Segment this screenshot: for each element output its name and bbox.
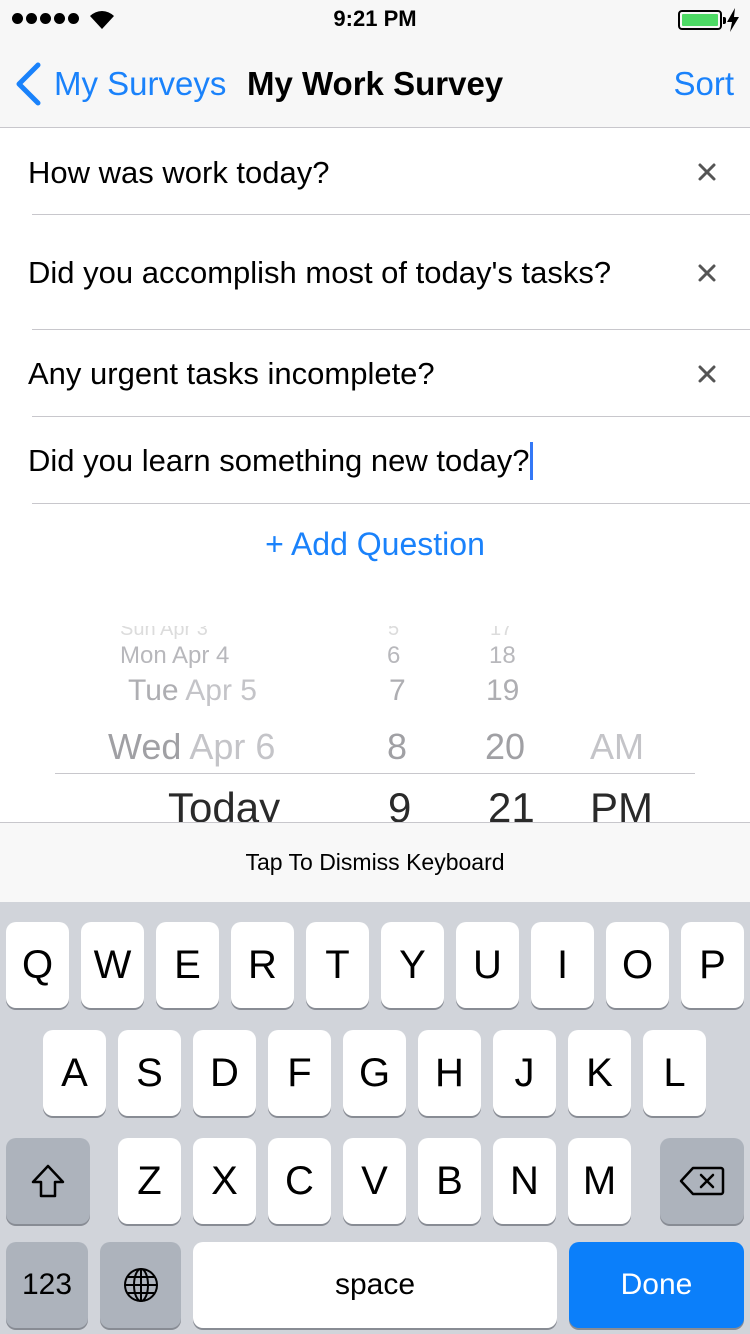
picker-hour-item[interactable]: 7: [389, 674, 406, 708]
key-d[interactable]: D: [193, 1030, 256, 1116]
key-a[interactable]: A: [43, 1030, 106, 1116]
key-l[interactable]: L: [643, 1030, 706, 1116]
backspace-icon: [679, 1166, 725, 1196]
status-time: 9:21 PM: [333, 6, 417, 31]
question-input[interactable]: Did you learn something new today?: [28, 440, 529, 481]
key-y[interactable]: Y: [381, 922, 444, 1008]
battery-icon: [678, 10, 726, 30]
back-button-label: My Surveys: [54, 65, 227, 102]
key-x[interactable]: X: [193, 1138, 256, 1224]
key-w[interactable]: W: [81, 922, 144, 1008]
key-o[interactable]: O: [606, 922, 669, 1008]
done-key[interactable]: Done: [569, 1242, 744, 1328]
key-t[interactable]: T: [306, 922, 369, 1008]
chevron-left-icon: [16, 62, 41, 106]
question-list: How was work today? Did you accomplish m…: [0, 129, 750, 504]
picker-minute-selected[interactable]: 21: [488, 784, 535, 822]
picker-ampm-item[interactable]: AM: [590, 726, 644, 768]
picker-hour-item[interactable]: 5: [388, 626, 399, 641]
picker-minute-item[interactable]: 19: [486, 674, 519, 708]
key-h[interactable]: H: [418, 1030, 481, 1116]
question-text: Any urgent tasks incomplete?: [28, 356, 435, 391]
key-u[interactable]: U: [456, 922, 519, 1008]
bolt-icon: [727, 8, 739, 32]
back-button[interactable]: My Surveys: [14, 62, 226, 106]
key-k[interactable]: K: [568, 1030, 631, 1116]
picker-hour-item[interactable]: 6: [387, 642, 400, 670]
date-time-picker[interactable]: Sun Apr 3 5 17 Mon Apr 4 6 18 Tue Apr 5 …: [0, 626, 750, 822]
picker-ampm-selected[interactable]: PM: [590, 784, 653, 822]
question-row[interactable]: Did you accomplish most of today's tasks…: [0, 215, 750, 330]
delete-question-icon[interactable]: [694, 159, 720, 185]
key-n[interactable]: N: [493, 1138, 556, 1224]
dismiss-keyboard-button[interactable]: Tap To Dismiss Keyboard: [0, 822, 750, 902]
delete-key[interactable]: [660, 1138, 744, 1224]
key-e[interactable]: E: [156, 922, 219, 1008]
question-text: How was work today?: [28, 154, 330, 190]
key-g[interactable]: G: [343, 1030, 406, 1116]
sort-button[interactable]: Sort: [673, 65, 734, 103]
delete-question-icon[interactable]: [694, 361, 720, 387]
add-question-button[interactable]: + Add Question: [0, 526, 750, 563]
space-key[interactable]: space: [193, 1242, 557, 1328]
question-row[interactable]: How was work today?: [0, 129, 750, 215]
picker-date-item[interactable]: Tue Apr 5: [128, 674, 257, 708]
globe-icon: [123, 1268, 158, 1302]
picker-date-selected[interactable]: Today: [168, 784, 280, 822]
key-r[interactable]: R: [231, 922, 294, 1008]
delete-question-icon[interactable]: [694, 260, 720, 286]
key-f[interactable]: F: [268, 1030, 331, 1116]
question-text: Did you accomplish most of today's tasks…: [28, 255, 612, 290]
picker-minute-item[interactable]: 18: [489, 642, 516, 670]
picker-hour-selected[interactable]: 9: [388, 784, 411, 822]
key-b[interactable]: B: [418, 1138, 481, 1224]
navigation-bar: My Surveys My Work Survey Sort: [0, 40, 750, 128]
status-bar: 9:21 PM: [0, 0, 750, 40]
key-q[interactable]: Q: [6, 922, 69, 1008]
picker-minute-item[interactable]: 20: [485, 726, 525, 768]
key-i[interactable]: I: [531, 922, 594, 1008]
key-v[interactable]: V: [343, 1138, 406, 1224]
picker-date-item[interactable]: Mon Apr 4: [120, 642, 229, 670]
keyboard: Q W E R T Y U I O P A S D F G H J K L Z …: [0, 902, 750, 1334]
picker-minute-item[interactable]: 17: [490, 626, 512, 641]
key-p[interactable]: P: [681, 922, 744, 1008]
picker-date-item[interactable]: Wed Apr 6: [108, 726, 275, 768]
shift-icon: [31, 1164, 65, 1198]
question-row[interactable]: Any urgent tasks incomplete?: [0, 330, 750, 417]
key-z[interactable]: Z: [118, 1138, 181, 1224]
picker-selection-line: [55, 773, 695, 774]
shift-key[interactable]: [6, 1138, 90, 1224]
key-s[interactable]: S: [118, 1030, 181, 1116]
key-m[interactable]: M: [568, 1138, 631, 1224]
page-title: My Work Survey: [247, 65, 504, 102]
globe-key[interactable]: [100, 1242, 181, 1328]
question-row-editing[interactable]: Did you learn something new today?: [0, 417, 750, 504]
picker-hour-item[interactable]: 8: [387, 726, 407, 768]
picker-date-item[interactable]: Sun Apr 3: [120, 626, 208, 641]
numbers-key[interactable]: 123: [6, 1242, 88, 1328]
key-c[interactable]: C: [268, 1138, 331, 1224]
key-j[interactable]: J: [493, 1030, 556, 1116]
text-caret: [530, 441, 534, 480]
